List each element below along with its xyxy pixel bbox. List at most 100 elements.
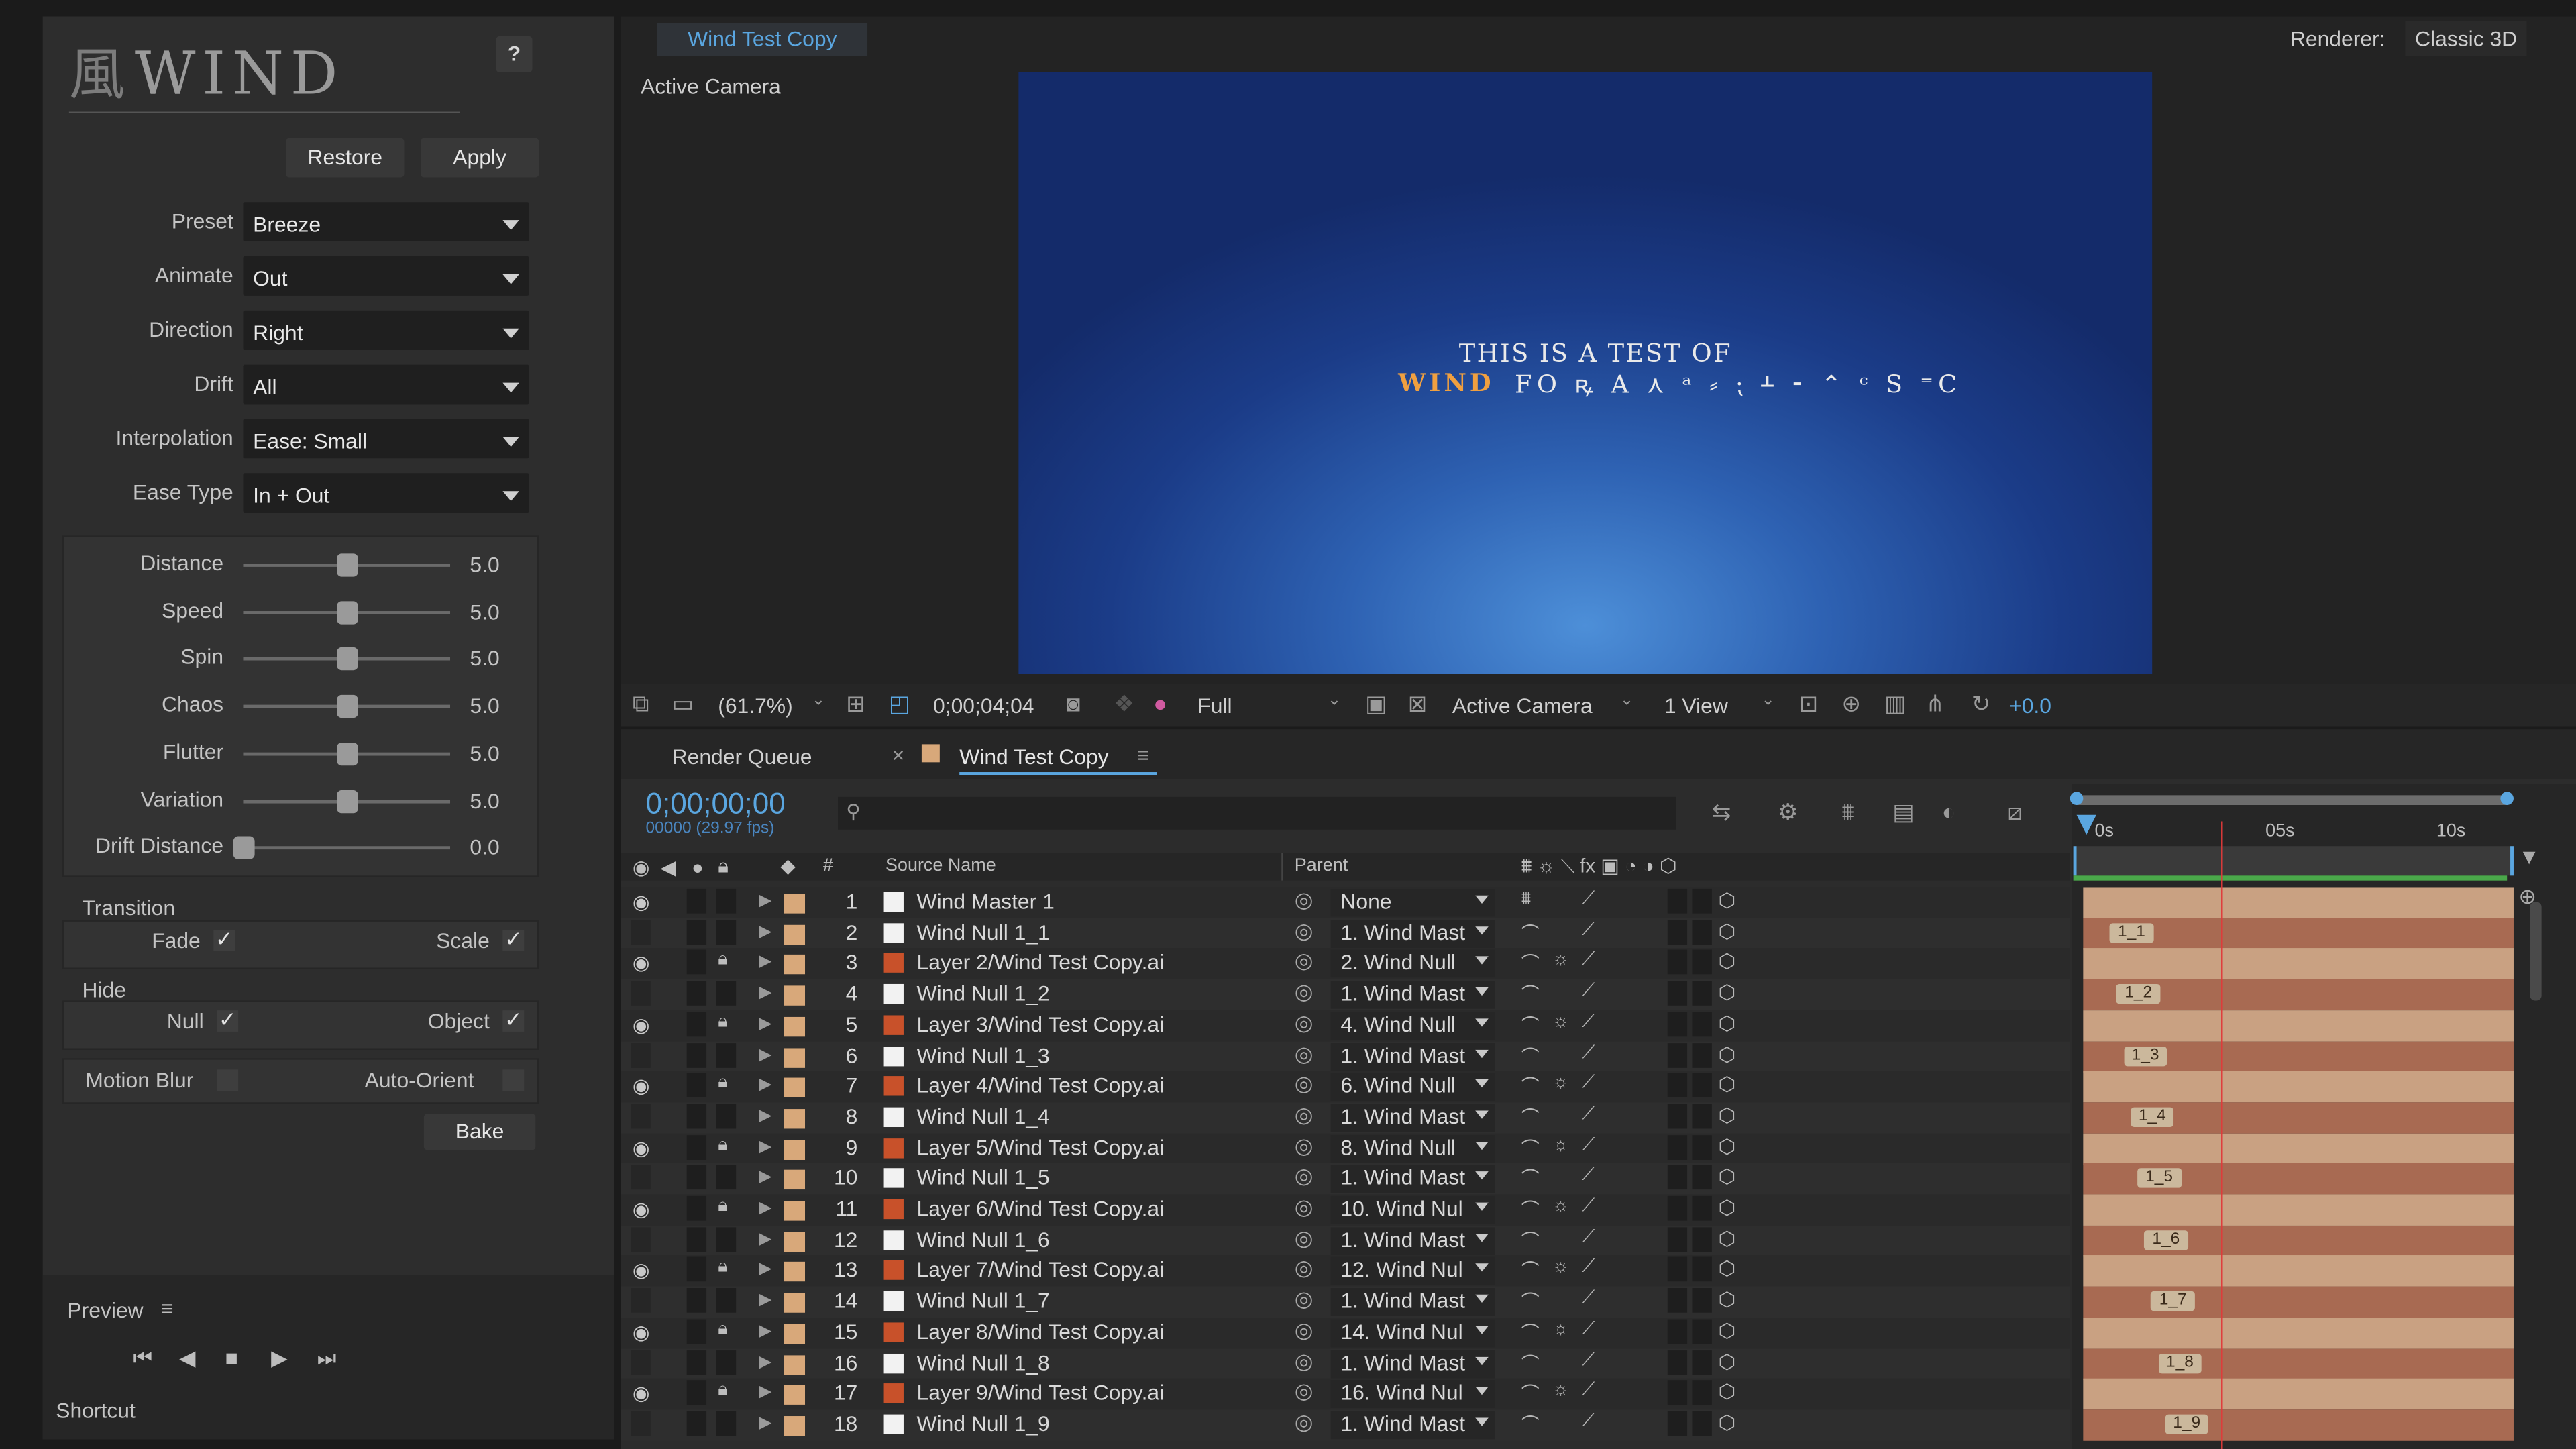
shy-switch-icon[interactable]: ⌒ <box>1521 1411 1540 1437</box>
solo-toggle[interactable] <box>686 1319 707 1344</box>
shy-switch-icon[interactable]: ⌒ <box>1521 950 1540 976</box>
layer-marker[interactable]: 1_4 <box>2130 1107 2174 1127</box>
layer-duration-bar[interactable]: 1_5 <box>2083 1163 2514 1195</box>
navigator-end-handle[interactable] <box>2500 792 2514 806</box>
bake-button[interactable]: Bake <box>423 1114 536 1150</box>
layer-row[interactable]: ◉ 🔒︎ ▶ 17 Layer 9/Wind Test Copy.ai ◎ 16. Wind… <box>621 1379 2070 1410</box>
layer-marker[interactable]: 1_7 <box>2151 1291 2195 1311</box>
lock-toggle[interactable] <box>716 1288 737 1313</box>
layer-source-name[interactable]: Layer 3/Wind Test Copy.ai <box>917 1012 1165 1036</box>
shy-switch-icon[interactable]: ⌒ <box>1521 1319 1540 1345</box>
quality-switch-icon[interactable]: ⟋ <box>1582 1288 1595 1309</box>
3d-layer-icon[interactable]: ⬡ <box>1719 1073 1736 1096</box>
parent-select[interactable]: 1. Wind Mast <box>1330 1165 1495 1193</box>
expand-triangle-icon[interactable]: ▶ <box>759 984 771 1002</box>
motion-blur-switch[interactable] <box>1692 950 1712 975</box>
collapse-switch-icon[interactable]: ☼ <box>1552 1134 1569 1154</box>
parent-select[interactable]: 1. Wind Mast <box>1330 981 1495 1009</box>
layer-source-name[interactable]: Wind Null 1_1 <box>917 920 1050 945</box>
motion-blur-switch[interactable] <box>1692 1042 1712 1067</box>
quality-switch-icon[interactable]: ⟋ <box>1582 1042 1595 1064</box>
motion-blur-switch[interactable] <box>1692 1411 1712 1436</box>
exposure-value[interactable]: +0.0 <box>2009 693 2051 718</box>
header-source-name[interactable]: Source Name <box>885 856 996 875</box>
solo-toggle[interactable] <box>686 1195 707 1221</box>
parent-select[interactable]: 12. Wind Nul <box>1330 1257 1495 1286</box>
shy-switch-icon[interactable]: ⌒ <box>1521 1134 1540 1161</box>
visibility-eye-icon[interactable]: ◉ <box>633 1259 650 1282</box>
pickwhip-icon[interactable]: ◎ <box>1295 887 1313 913</box>
visibility-empty[interactable] <box>631 1288 651 1313</box>
shy-switch-icon[interactable]: ⌒ <box>1521 1257 1540 1283</box>
layer-duration-bar[interactable]: 1_4 <box>2083 1102 2514 1134</box>
collapse-switch-icon[interactable]: ☼ <box>1552 1196 1569 1216</box>
quality-switch-icon[interactable]: ⟋ <box>1582 1411 1595 1432</box>
label-color-swatch[interactable] <box>784 1139 806 1159</box>
adjustment-switch[interactable] <box>1667 919 1688 945</box>
lock-toggle[interactable] <box>716 919 737 945</box>
view-chevron-down-icon[interactable]: ⌄ <box>1761 692 1775 710</box>
expand-triangle-icon[interactable]: ▶ <box>759 1230 771 1248</box>
motion-blur-icon[interactable]: ◐ <box>1942 798 1956 824</box>
expand-triangle-icon[interactable]: ▶ <box>759 1260 771 1279</box>
3d-layer-icon[interactable]: ⬡ <box>1719 950 1736 973</box>
camera-snapshot-icon[interactable]: ◙ <box>1066 690 1080 716</box>
parent-select[interactable]: 6. Wind Null <box>1330 1073 1495 1102</box>
solo-toggle[interactable] <box>686 1411 707 1436</box>
shy-switch-icon[interactable]: ⌒ <box>1521 1104 1540 1130</box>
pickwhip-icon[interactable]: ◎ <box>1295 918 1313 944</box>
layer-row[interactable]: ◉ 🔒︎ ▶ 15 Layer 8/Wind Test Copy.ai ◎ 14. Wind… <box>621 1317 2070 1349</box>
camera-chevron-down-icon[interactable]: ⌄ <box>1620 692 1634 710</box>
parent-select[interactable]: 14. Wind Nul <box>1330 1319 1495 1347</box>
visibility-eye-icon[interactable]: ◉ <box>633 1014 650 1036</box>
adjustment-switch[interactable] <box>1667 1073 1688 1098</box>
adjustment-switch[interactable] <box>1667 888 1688 914</box>
layer-source-name[interactable]: Layer 8/Wind Test Copy.ai <box>917 1319 1165 1344</box>
pickwhip-icon[interactable]: ◎ <box>1295 979 1313 1006</box>
label-color-swatch[interactable] <box>784 1201 806 1221</box>
3d-layer-icon[interactable]: ⬡ <box>1719 1134 1736 1157</box>
3d-layer-icon[interactable]: ⬡ <box>1719 1012 1736 1034</box>
motion-blur-switch[interactable] <box>1692 981 1712 1006</box>
expand-triangle-icon[interactable]: ▶ <box>759 1015 771 1033</box>
pickwhip-icon[interactable]: ◎ <box>1295 1102 1313 1128</box>
timeline-toggle-icon[interactable]: ▥ <box>1884 690 1906 718</box>
solo-toggle[interactable] <box>686 1042 707 1067</box>
shy-switch-icon[interactable]: ⌒ <box>1521 1073 1540 1099</box>
pickwhip-icon[interactable]: ◎ <box>1295 1225 1313 1251</box>
visibility-eye-icon[interactable]: ◉ <box>633 1320 650 1343</box>
solo-toggle[interactable] <box>686 1012 707 1036</box>
visibility-eye-icon[interactable]: ◉ <box>633 890 650 913</box>
layer-row[interactable]: ▶ 10 Wind Null 1_5 ◎ 1. Wind Mast ⌒ ⟋ ⬡ <box>621 1163 2070 1195</box>
3d-layer-icon[interactable]: ⬡ <box>1719 1319 1736 1342</box>
3d-layer-icon[interactable]: ⬡ <box>1719 1165 1736 1188</box>
label-color-swatch[interactable] <box>784 1385 806 1405</box>
navigator-start-handle[interactable] <box>2070 792 2084 806</box>
motion-blur-switch[interactable] <box>1692 1195 1712 1221</box>
pickwhip-icon[interactable]: ◎ <box>1295 1348 1313 1374</box>
tab-menu-icon[interactable]: ≡ <box>1137 743 1150 767</box>
lock-icon[interactable]: 🔒︎ <box>718 1381 727 1402</box>
header-label-icon[interactable]: ◆ <box>780 854 796 877</box>
pickwhip-icon[interactable]: ◎ <box>1295 1164 1313 1190</box>
quality-switch-icon[interactable]: ⟋ <box>1582 1350 1595 1371</box>
solo-toggle[interactable] <box>686 1349 707 1375</box>
stop-icon[interactable]: ■ <box>225 1346 238 1371</box>
layer-marker[interactable]: 1_3 <box>2123 1045 2167 1066</box>
expand-triangle-icon[interactable]: ▶ <box>759 1199 771 1218</box>
lock-icon[interactable]: 🔒︎ <box>718 1012 727 1033</box>
shy-switch-icon[interactable]: ⌒ <box>1521 1381 1540 1407</box>
3d-layer-icon[interactable]: ⬡ <box>1719 1042 1736 1065</box>
visibility-eye-icon[interactable]: ◉ <box>633 1382 650 1405</box>
motion-blur-switch[interactable] <box>1692 1073 1712 1098</box>
null-checkbox[interactable]: ✓ <box>217 1009 239 1032</box>
layer-duration-bar[interactable] <box>2083 1071 2514 1103</box>
label-color-swatch[interactable] <box>784 955 806 975</box>
distance-slider-handle[interactable] <box>337 553 358 577</box>
layer-row[interactable]: ◉ 🔒︎ ▶ 11 Layer 6/Wind Test Copy.ai ◎ 10. Wind… <box>621 1194 2070 1226</box>
layer-marker[interactable]: 1_6 <box>2144 1230 2188 1250</box>
adjustment-switch[interactable] <box>1667 1134 1688 1159</box>
parent-select[interactable]: 16. Wind Nul <box>1330 1380 1495 1409</box>
adjustment-switch[interactable] <box>1667 981 1688 1006</box>
adjustment-switch[interactable] <box>1667 1319 1688 1344</box>
